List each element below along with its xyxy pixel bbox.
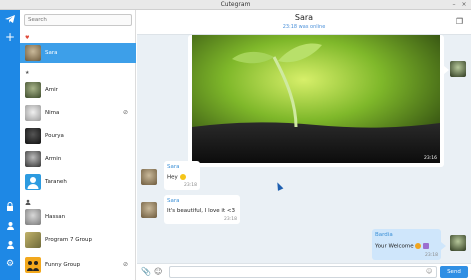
chat-name: Program 7 Group	[45, 237, 92, 243]
composer: 📎 ☺ ☺ Send	[137, 263, 471, 280]
chat-name: Amir	[45, 87, 58, 93]
message-time: 23:18	[224, 217, 237, 222]
message-time: 23:18	[184, 183, 197, 188]
sticker-icon[interactable]: ☺	[154, 267, 162, 276]
user-icon[interactable]	[0, 221, 20, 232]
telegram-logo-icon[interactable]	[0, 13, 20, 27]
chat-name: Funny Group	[45, 262, 81, 268]
chat-name: Hassan	[45, 214, 66, 220]
chat-name: Armin	[45, 156, 62, 162]
avatar	[25, 257, 41, 273]
message-bubble[interactable]: Sara Hey 23:18	[164, 161, 200, 190]
chat-name: Taraneh	[45, 179, 67, 185]
monster-icon	[423, 243, 430, 249]
chat-item-nima[interactable]: Nima ⊘	[20, 103, 136, 123]
chat-item-armin[interactable]: Armin	[20, 149, 136, 169]
details-icon[interactable]: ❐	[456, 17, 463, 26]
conversation-title: Sara	[294, 13, 314, 22]
avatar	[25, 209, 41, 225]
gear-icon[interactable]: ⚙	[0, 260, 20, 269]
chat-item-taraneh[interactable]: Taraneh	[20, 172, 136, 192]
avatar	[25, 128, 41, 144]
message-bubble[interactable]: Bardia Your Welcome 23:18	[372, 229, 441, 260]
avatar	[25, 151, 41, 167]
chat-item-funny-group[interactable]: Funny Group ⊘	[20, 255, 136, 275]
star-icon: ★	[25, 70, 30, 76]
bubble-tail	[441, 242, 446, 250]
sender-name: Bardia	[375, 232, 393, 238]
message-text: Hey	[167, 174, 186, 181]
chat-name: Pourya	[45, 133, 64, 139]
chat-list-panel: ♥ Sara ★ Amir Nima ⊘ Pourya Armin Tarane…	[20, 10, 136, 280]
muted-icon: ⊘	[122, 261, 128, 268]
conversation-header[interactable]: Sara 23:18 was online ❐	[137, 10, 471, 35]
sprout-photo[interactable]	[192, 35, 440, 163]
avatar	[25, 82, 41, 98]
app-rail: + ⚙	[0, 10, 20, 280]
lock-icon[interactable]	[0, 202, 20, 213]
message-time: 23:16	[424, 156, 437, 161]
avatar	[25, 174, 41, 190]
search-input[interactable]	[24, 14, 132, 26]
window-titlebar: Cutegram – ×	[0, 0, 471, 10]
send-button[interactable]: Send	[440, 266, 468, 278]
chat-item-hassan[interactable]: Hassan	[20, 207, 136, 227]
photo-message[interactable]: 23:16	[188, 35, 444, 167]
chat-item-amir[interactable]: Amir	[20, 80, 136, 100]
message-time: 23:18	[425, 253, 438, 258]
avatar	[25, 232, 41, 248]
message-bubble[interactable]: Sara It's beautiful, I love it <3 23:18	[164, 195, 240, 224]
heart-icon: ♥	[25, 35, 30, 41]
chat-item-sara[interactable]: Sara	[20, 43, 136, 63]
message-text: It's beautiful, I love it <3	[167, 208, 235, 214]
avatar	[141, 169, 157, 185]
window-title: Cutegram	[220, 1, 251, 8]
close-icon[interactable]: ×	[461, 2, 467, 8]
chat-name: Sara	[45, 50, 58, 56]
last-seen-status: 23:18 was online	[282, 24, 326, 30]
avatar	[450, 61, 466, 77]
chat-item-pourya[interactable]: Pourya	[20, 126, 136, 146]
pleased-icon	[415, 243, 422, 249]
bubble-tail	[444, 66, 449, 74]
message-input[interactable]	[169, 266, 437, 278]
avatar	[450, 235, 466, 251]
conversation-panel: Sara 23:18 was online ❐ 23:16 Sara Hey 2…	[137, 10, 471, 280]
minimize-icon[interactable]: –	[451, 2, 457, 8]
avatar	[141, 202, 157, 218]
avatar	[25, 105, 41, 121]
avatar	[25, 45, 41, 61]
plus-icon[interactable]: +	[0, 31, 20, 43]
muted-icon: ⊘	[122, 109, 128, 116]
sender-name: Sara	[167, 164, 180, 170]
smile-icon	[179, 174, 186, 180]
message-text: Your Welcome	[375, 243, 430, 250]
attach-icon[interactable]: 📎	[141, 267, 151, 276]
user-icon[interactable]	[0, 240, 20, 251]
chat-name: Nima	[45, 110, 60, 116]
emoji-icon[interactable]: ☺	[426, 268, 432, 275]
group-icon	[25, 199, 31, 207]
sender-name: Sara	[167, 198, 180, 204]
chat-item-program-7-group[interactable]: Program 7 Group	[20, 230, 136, 250]
